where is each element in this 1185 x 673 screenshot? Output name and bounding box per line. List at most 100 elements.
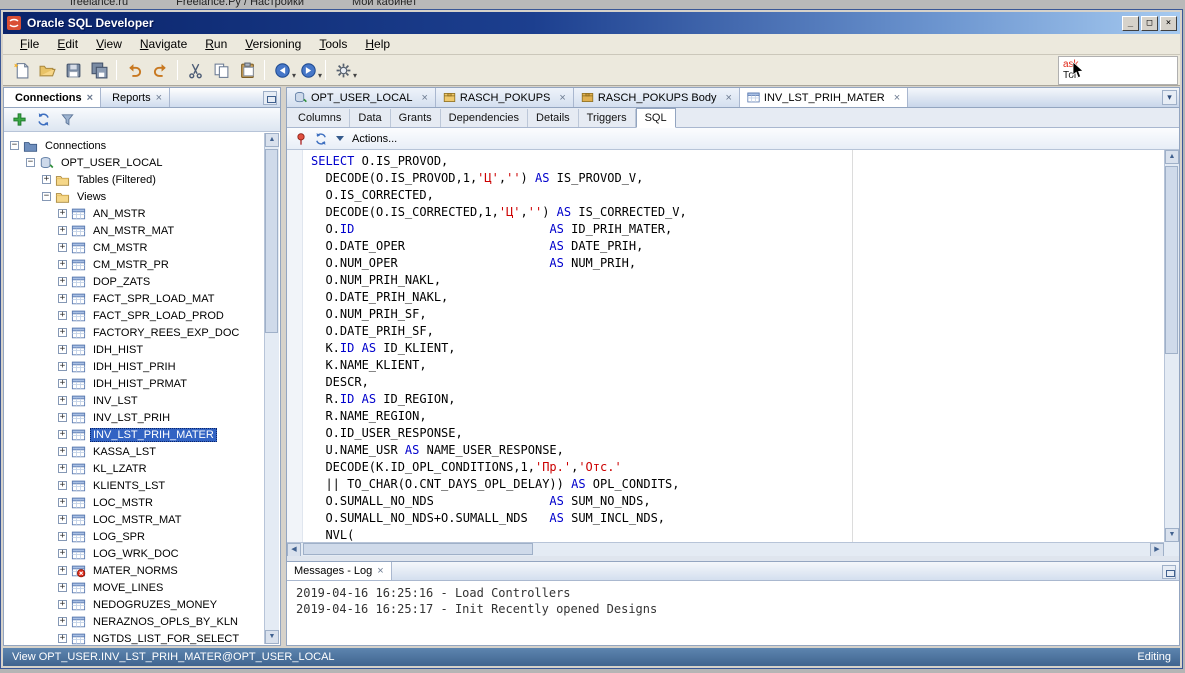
- expand-icon[interactable]: [58, 345, 67, 354]
- tab-list-dropdown[interactable]: [1162, 90, 1177, 105]
- tree-node-connections[interactable]: Connections: [4, 137, 280, 154]
- refresh-icon[interactable]: [314, 132, 328, 146]
- expand-icon[interactable]: [58, 379, 67, 388]
- expand-icon[interactable]: [58, 430, 67, 439]
- tree-node-an-mstr[interactable]: AN_MSTR: [4, 205, 280, 222]
- expand-icon[interactable]: [58, 481, 67, 490]
- tree-node-ngtds-list-for-select[interactable]: NGTDS_LIST_FOR_SELECT: [4, 630, 280, 645]
- editor-horizontal-scrollbar[interactable]: [287, 542, 1164, 556]
- expand-icon[interactable]: [58, 243, 67, 252]
- expand-icon[interactable]: [58, 549, 67, 558]
- expand-icon[interactable]: [58, 396, 67, 405]
- tree-node-cm-mstr-pr[interactable]: CM_MSTR_PR: [4, 256, 280, 273]
- tab-messages-log[interactable]: Messages - Log: [287, 562, 392, 580]
- expand-icon[interactable]: [58, 583, 67, 592]
- subtab-details[interactable]: Details: [528, 109, 579, 127]
- expand-icon[interactable]: [58, 294, 67, 303]
- menu-run[interactable]: Run: [196, 35, 236, 53]
- expand-icon[interactable]: [58, 362, 67, 371]
- tree-node-loc-mstr[interactable]: LOC_MSTR: [4, 494, 280, 511]
- close-tab-icon[interactable]: [377, 566, 383, 576]
- save-all-button[interactable]: [86, 57, 112, 83]
- filter-button[interactable]: [60, 112, 75, 127]
- tree-node-nedogruzes-money[interactable]: NEDOGRUZES_MONEY: [4, 596, 280, 613]
- expand-icon[interactable]: [58, 277, 67, 286]
- scroll-thumb[interactable]: [1165, 166, 1178, 355]
- collapse-icon[interactable]: [42, 192, 51, 201]
- tree-node-log-wrk-doc[interactable]: LOG_WRK_DOC: [4, 545, 280, 562]
- tree-node-mater-norms[interactable]: MATER_NORMS: [4, 562, 280, 579]
- menu-file[interactable]: File: [11, 35, 48, 53]
- actions-menu[interactable]: Actions...: [352, 133, 397, 145]
- back-button[interactable]: [269, 57, 295, 83]
- close-tab-icon[interactable]: [421, 93, 427, 103]
- expand-icon[interactable]: [58, 226, 67, 235]
- tree-node-dop-zats[interactable]: DOP_ZATS: [4, 273, 280, 290]
- tree-node-an-mstr-mat[interactable]: AN_MSTR_MAT: [4, 222, 280, 239]
- titlebar[interactable]: Oracle SQL Developer _ □ ×: [3, 12, 1180, 34]
- subtab-sql[interactable]: SQL: [635, 108, 676, 128]
- editor-tab-inv-lst-prih-mater[interactable]: INV_LST_PRIH_MATER: [739, 88, 909, 107]
- tree-node-kl-lzatr[interactable]: KL_LZATR: [4, 460, 280, 477]
- save-button[interactable]: [60, 57, 86, 83]
- actions-dropdown-icon[interactable]: [336, 136, 344, 141]
- tree-node-inv-lst-prih-mater[interactable]: INV_LST_PRIH_MATER: [4, 426, 280, 443]
- tree-node-factory-rees-exp-doc[interactable]: FACTORY_REES_EXP_DOC: [4, 324, 280, 341]
- menu-edit[interactable]: Edit: [48, 35, 87, 53]
- tree-node-cm-mstr[interactable]: CM_MSTR: [4, 239, 280, 256]
- subtab-data[interactable]: Data: [350, 109, 391, 127]
- minimize-button[interactable]: _: [1122, 15, 1139, 31]
- scroll-down-icon[interactable]: [265, 630, 279, 644]
- close-button[interactable]: ×: [1160, 15, 1177, 31]
- collapse-icon[interactable]: [10, 141, 19, 150]
- sql-code[interactable]: SELECT O.IS_PROVOD, DECODE(O.IS_PROVOD,1…: [311, 153, 1163, 542]
- float-panel-button[interactable]: [263, 91, 277, 105]
- menu-versioning[interactable]: Versioning: [236, 35, 310, 53]
- expand-icon[interactable]: [58, 617, 67, 626]
- scroll-left-icon[interactable]: [287, 543, 301, 556]
- sql-editor[interactable]: SELECT O.IS_PROVOD, DECODE(O.IS_PROVOD,1…: [287, 150, 1179, 556]
- menu-help[interactable]: Help: [356, 35, 399, 53]
- expand-icon[interactable]: [58, 413, 67, 422]
- collapse-icon[interactable]: [26, 158, 35, 167]
- add-connection-button[interactable]: [12, 112, 27, 127]
- scroll-right-icon[interactable]: [1150, 543, 1164, 556]
- expand-icon[interactable]: [58, 600, 67, 609]
- tree-node-tables-filtered[interactable]: Tables (Filtered): [4, 171, 280, 188]
- tree-scrollbar[interactable]: [264, 133, 279, 644]
- expand-icon[interactable]: [58, 498, 67, 507]
- subtab-columns[interactable]: Columns: [290, 109, 351, 127]
- editor-vertical-scrollbar[interactable]: [1164, 150, 1179, 542]
- tree-node-fact-spr-load-mat[interactable]: FACT_SPR_LOAD_MAT: [4, 290, 280, 307]
- tree-node-idh-hist-prih[interactable]: IDH_HIST_PRIH: [4, 358, 280, 375]
- editor-tab-rasch-pokups-body[interactable]: RASCH_POKUPS Body: [573, 88, 740, 107]
- expand-icon[interactable]: [58, 515, 67, 524]
- redo-button[interactable]: [147, 57, 173, 83]
- close-tab-icon[interactable]: [559, 93, 565, 103]
- forward-button[interactable]: [295, 57, 321, 83]
- expand-icon[interactable]: [58, 328, 67, 337]
- close-tab-icon[interactable]: [87, 93, 93, 103]
- close-tab-icon[interactable]: [725, 93, 731, 103]
- tree-node-loc-mstr-mat[interactable]: LOC_MSTR_MAT: [4, 511, 280, 528]
- cut-button[interactable]: [182, 57, 208, 83]
- tree-node-move-lines[interactable]: MOVE_LINES: [4, 579, 280, 596]
- tree-node-kassa-lst[interactable]: KASSA_LST: [4, 443, 280, 460]
- scroll-up-icon[interactable]: [265, 133, 279, 147]
- subtab-triggers[interactable]: Triggers: [579, 109, 636, 127]
- tree-node-idh-hist-prmat[interactable]: IDH_HIST_PRMAT: [4, 375, 280, 392]
- tree-node-views[interactable]: Views: [4, 188, 280, 205]
- scroll-thumb[interactable]: [265, 149, 278, 333]
- minimize-log-button[interactable]: [1162, 565, 1176, 579]
- pin-icon[interactable]: [294, 132, 308, 146]
- open-file-button[interactable]: [34, 57, 60, 83]
- sql-worksheet-button[interactable]: [330, 57, 356, 83]
- tree-node-inv-lst-prih[interactable]: INV_LST_PRIH: [4, 409, 280, 426]
- expand-icon[interactable]: [58, 634, 67, 643]
- tree-node-inv-lst[interactable]: INV_LST: [4, 392, 280, 409]
- subtab-grants[interactable]: Grants: [391, 109, 441, 127]
- tree-node-idh-hist[interactable]: IDH_HIST: [4, 341, 280, 358]
- editor-tab-rasch-pokups[interactable]: RASCH_POKUPS: [435, 88, 574, 107]
- subtab-dependencies[interactable]: Dependencies: [441, 109, 529, 127]
- expand-icon[interactable]: [58, 464, 67, 473]
